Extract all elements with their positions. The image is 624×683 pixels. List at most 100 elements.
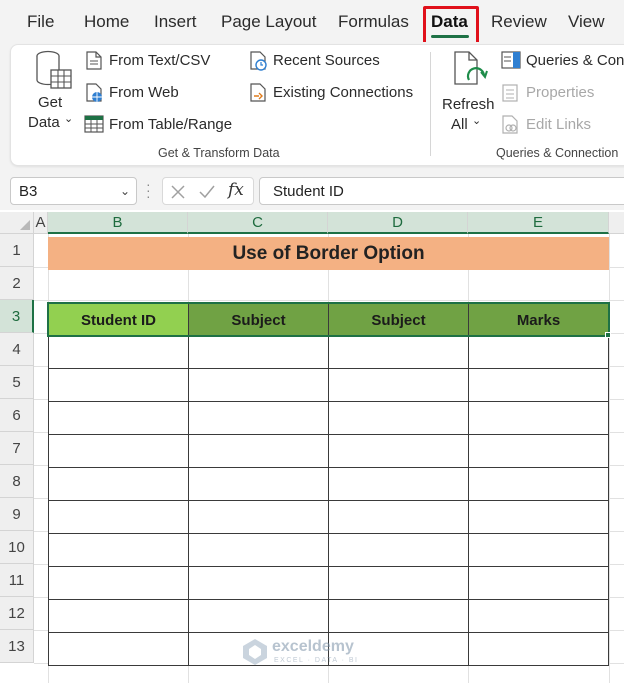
text-file-icon — [86, 51, 102, 70]
column-header-e[interactable]: E — [468, 212, 609, 234]
table-cell[interactable] — [188, 434, 329, 468]
row-header-9[interactable]: 9 — [0, 498, 34, 531]
column-header-c[interactable]: C — [188, 212, 328, 234]
column-header-b[interactable]: B — [48, 212, 188, 234]
table-cell[interactable] — [328, 434, 469, 468]
enter-check-icon[interactable] — [198, 184, 216, 200]
table-cell[interactable] — [48, 632, 189, 666]
get-data-label-2: Data — [28, 114, 60, 131]
table-cell[interactable] — [48, 599, 189, 633]
table-cell[interactable] — [188, 566, 329, 600]
table-cell[interactable] — [468, 335, 609, 369]
table-cell[interactable] — [48, 401, 189, 435]
tab-formulas[interactable]: Formulas — [338, 12, 409, 32]
get-data-label-1: Get — [38, 94, 63, 111]
table-cell[interactable] — [468, 368, 609, 402]
table-cell[interactable] — [468, 599, 609, 633]
select-all-button[interactable] — [0, 212, 34, 234]
table-cell[interactable] — [48, 368, 189, 402]
row-header-7[interactable]: 7 — [0, 432, 34, 465]
sheet-title-cell[interactable]: Use of Border Option — [48, 237, 609, 270]
table-cell[interactable] — [188, 335, 329, 369]
fill-handle[interactable] — [605, 332, 611, 338]
table-cell[interactable] — [48, 566, 189, 600]
table-cell[interactable] — [188, 500, 329, 534]
table-cell[interactable] — [188, 467, 329, 501]
table-cell[interactable] — [188, 599, 329, 633]
from-text-csv-label: From Text/CSV — [109, 52, 211, 69]
table-icon — [84, 115, 104, 133]
exceldemy-watermark: exceldemy EXCEL · DATA · BI — [242, 636, 392, 672]
column-header-a[interactable]: A — [34, 212, 48, 234]
watermark-name: exceldemy — [272, 638, 354, 655]
watermark-tagline: EXCEL · DATA · BI — [274, 657, 359, 664]
chevron-down-icon[interactable]: ⌄ — [120, 184, 130, 198]
table-cell[interactable] — [328, 500, 469, 534]
tab-view[interactable]: View — [568, 12, 605, 32]
name-box-value: B3 — [19, 183, 38, 200]
row-header-10[interactable]: 10 — [0, 531, 34, 564]
tab-review[interactable]: Review — [491, 12, 547, 32]
tab-insert[interactable]: Insert — [154, 12, 197, 32]
row-header-11[interactable]: 11 — [0, 564, 34, 597]
table-cell[interactable] — [328, 401, 469, 435]
formula-controls: fx — [162, 177, 254, 205]
drag-handle-icon[interactable]: · · · — [146, 177, 151, 203]
table-cell[interactable] — [468, 533, 609, 567]
chevron-down-icon: ⌄ — [64, 113, 74, 125]
from-web-label: From Web — [109, 84, 179, 101]
group-label-queries-connections: Queries & Connection — [496, 146, 619, 160]
table-cell[interactable] — [328, 566, 469, 600]
edit-links-icon — [502, 115, 518, 134]
edit-links-label: Edit Links — [526, 116, 592, 133]
column-header-f[interactable] — [609, 212, 624, 234]
table-cell[interactable] — [468, 566, 609, 600]
cancel-icon[interactable] — [170, 184, 186, 200]
row-header-1[interactable]: 1 — [0, 234, 34, 267]
table-cell[interactable] — [328, 533, 469, 567]
refresh-all-label-1: Refresh — [442, 96, 495, 113]
table-cell[interactable] — [48, 467, 189, 501]
table-cell[interactable] — [468, 467, 609, 501]
formula-input[interactable]: Student ID — [259, 177, 624, 205]
recent-sources-label: Recent Sources — [273, 52, 380, 69]
tab-page-layout[interactable]: Page Layout — [221, 12, 316, 32]
table-cell[interactable] — [328, 599, 469, 633]
table-cell[interactable] — [188, 368, 329, 402]
table-cell[interactable] — [328, 467, 469, 501]
properties-icon — [502, 84, 518, 102]
table-cell[interactable] — [48, 500, 189, 534]
tab-file[interactable]: File — [27, 12, 54, 32]
row-header-4[interactable]: 4 — [0, 333, 34, 366]
row-header-8[interactable]: 8 — [0, 465, 34, 498]
table-cell[interactable] — [468, 434, 609, 468]
name-box[interactable]: B3 ⌄ — [10, 177, 137, 205]
table-cell[interactable] — [328, 335, 469, 369]
chevron-down-icon: ⌄ — [472, 115, 482, 127]
tab-home[interactable]: Home — [84, 12, 129, 32]
row-header-6[interactable]: 6 — [0, 399, 34, 432]
table-cell[interactable] — [48, 434, 189, 468]
table-cell[interactable] — [188, 401, 329, 435]
connections-file-icon — [250, 83, 266, 102]
table-cell[interactable] — [468, 500, 609, 534]
table-cell[interactable] — [328, 368, 469, 402]
exceldemy-logo-icon — [243, 639, 267, 665]
row-header-2[interactable]: 2 — [0, 267, 34, 300]
row-header-3[interactable]: 3 — [0, 300, 34, 333]
table-cell[interactable] — [48, 533, 189, 567]
row-header-13[interactable]: 13 — [0, 630, 34, 663]
column-header-d[interactable]: D — [328, 212, 468, 234]
formula-value: Student ID — [273, 183, 344, 200]
row-header-5[interactable]: 5 — [0, 366, 34, 399]
row-header-12[interactable]: 12 — [0, 597, 34, 630]
table-cell[interactable] — [188, 533, 329, 567]
table-cell[interactable] — [468, 401, 609, 435]
insert-function-icon[interactable]: fx — [228, 180, 244, 200]
table-cell[interactable] — [48, 335, 189, 369]
selection-outline — [47, 302, 610, 337]
database-table-icon — [36, 50, 72, 89]
existing-connections-label: Existing Connections — [273, 84, 414, 101]
refresh-all-label-2: All — [451, 116, 468, 133]
table-cell[interactable] — [468, 632, 609, 666]
